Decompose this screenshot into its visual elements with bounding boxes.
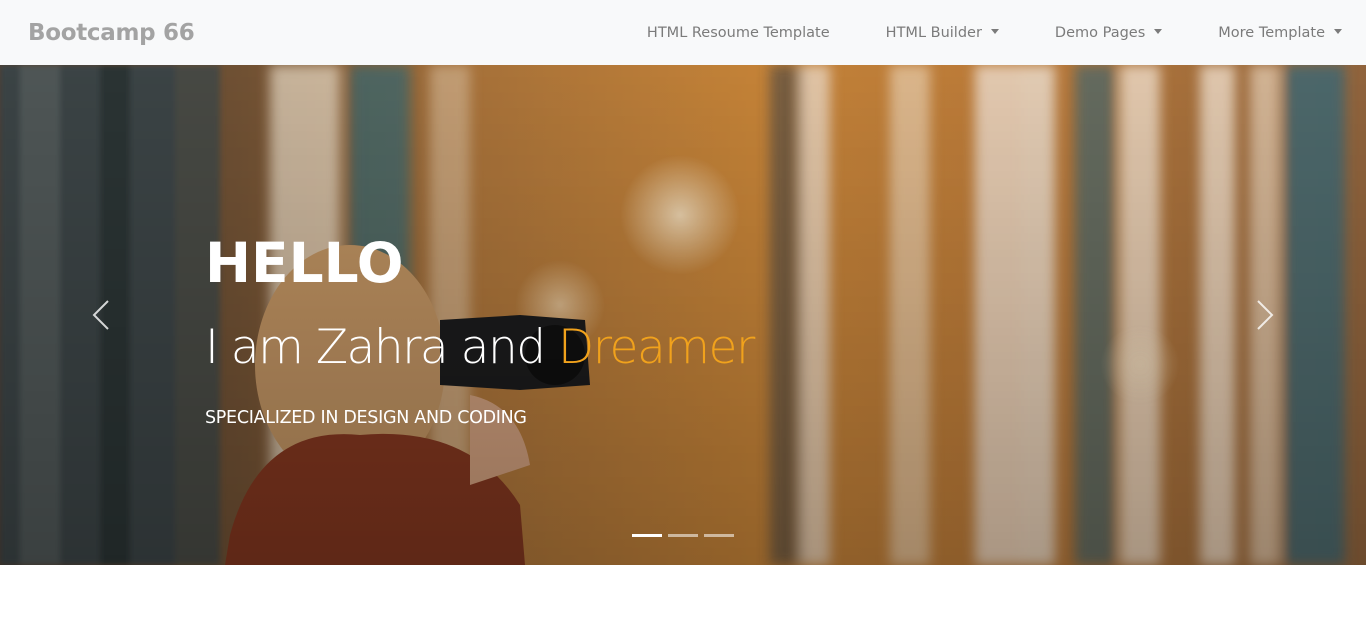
hero-intro: I am Zahra and Dreamer [205,320,755,376]
nav-item-label: HTML Builder [885,24,982,41]
hero-subtitle: SPECIALIZED IN DESIGN AND CODING [205,408,527,428]
page-content [0,565,1366,625]
hero-heading: HELLO [205,231,404,295]
carousel-indicators [632,534,740,537]
carousel-indicator-2[interactable] [668,534,698,537]
navbar: Bootcamp 66 HTML Resoume Template HTML B… [0,0,1366,65]
caret-down-icon [1154,29,1163,34]
hero-caption: HELLO I am Zahra and Dreamer SPECIALIZED… [205,230,755,428]
hero-intro-accent: Dreamer [558,320,755,375]
caret-down-icon [1334,29,1342,34]
hero-carousel: HELLO I am Zahra and Dreamer SPECIALIZED… [0,65,1366,565]
hero-background-image [0,65,1366,565]
nav-item-label: Demo Pages [1054,24,1146,41]
nav-item-html-resoume-template[interactable]: HTML Resoume Template [647,23,830,43]
chevron-right-icon [1257,300,1274,330]
carousel-next-button[interactable] [1244,287,1284,343]
carousel-indicator-1[interactable] [632,534,662,537]
chevron-left-icon [92,300,109,330]
hero-intro-text: I am Zahra and [205,320,559,375]
carousel-indicator-3[interactable] [704,534,734,537]
nav-item-label: More Template [1218,24,1325,41]
nav-links: HTML Resoume Template HTML Builder Demo … [647,0,1342,65]
nav-item-html-builder[interactable]: HTML Builder [886,23,999,43]
nav-item-label: HTML Resoume Template [646,24,830,41]
carousel-prev-button[interactable] [82,287,122,343]
nav-item-more-template[interactable]: More Template [1218,23,1342,43]
nav-item-demo-pages[interactable]: Demo Pages [1054,23,1163,43]
caret-down-icon [990,29,999,34]
brand-logo[interactable]: Bootcamp 66 [28,18,195,48]
